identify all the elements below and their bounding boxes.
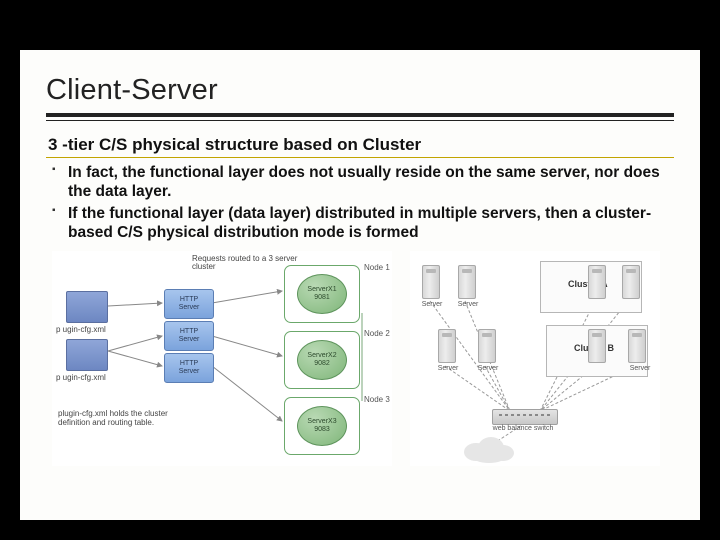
server-tower-icon [628,329,646,363]
node-label: Node [364,263,383,272]
http-server-box: HTTP Server [164,289,214,319]
server-label: Server [428,365,468,372]
http-line1: HTTP [180,360,198,367]
xml-file-icon [66,339,108,371]
title-rule-thin [46,120,674,121]
server-tower-icon [622,265,640,299]
bullet-item: In fact, the functional layer does not u… [52,164,668,202]
server-oval-icon: ServerX3 9083 [297,406,347,446]
server-name: ServerX2 [307,352,336,359]
switch-icon [492,409,558,425]
subtitle-rule [46,157,674,158]
cloud-icon [458,433,518,463]
cluster-node: ServerX1 9081 [284,265,360,323]
server-tower-icon [458,265,476,299]
diagram-row: Requests routed to a 3 server cluster p … [46,251,674,466]
diagram-two-clusters: Cluster A Cluster B Server Server Server… [410,251,660,466]
switch-label: web balance switch [488,425,558,432]
diagram-cluster-routing: Requests routed to a 3 server cluster p … [52,251,392,466]
http-line2: Server [179,368,200,375]
server-port: 9082 [314,360,330,367]
server-oval-icon: ServerX1 9081 [297,274,347,314]
title-rule-thick [46,113,674,117]
cluster-node: ServerX3 9083 [284,397,360,455]
http-line1: HTTP [180,296,198,303]
server-label: Server [448,301,488,308]
server-name: ServerX3 [307,418,336,425]
bullet-list: In fact, the functional layer does not u… [52,164,668,243]
http-line1: HTTP [180,328,198,335]
server-tower-icon [438,329,456,363]
http-server-box: HTTP Server [164,321,214,351]
node-label: Node [364,329,383,338]
page-title: Client-Server [46,74,674,107]
http-server-box: HTTP Server [164,353,214,383]
node-label: Node [364,395,383,404]
server-port: 9081 [314,294,330,301]
xml-file-label: p ugin-cfg.xml [56,373,106,382]
server-label: Server [412,301,452,308]
http-line2: Server [179,336,200,343]
footnote: plugin-cfg.xml holds the cluster definit… [58,409,188,427]
cluster-node: ServerX2 9082 [284,331,360,389]
http-line2: Server [179,304,200,311]
server-label: Server [620,365,660,372]
server-tower-icon [588,329,606,363]
slide: Client-Server 3 -tier C/S physical struc… [20,50,700,520]
server-tower-icon [588,265,606,299]
server-port: 9083 [314,426,330,433]
server-oval-icon: ServerX2 9082 [297,340,347,380]
bullet-item: If the functional layer (data layer) dis… [52,205,668,243]
server-name: ServerX1 [307,286,336,293]
server-tower-icon [422,265,440,299]
xml-file-label: p ugin-cfg.xml [56,325,106,334]
subtitle: 3 -tier C/S physical structure based on … [48,135,674,155]
xml-file-icon [66,291,108,323]
server-label: Server [468,365,508,372]
server-tower-icon [478,329,496,363]
